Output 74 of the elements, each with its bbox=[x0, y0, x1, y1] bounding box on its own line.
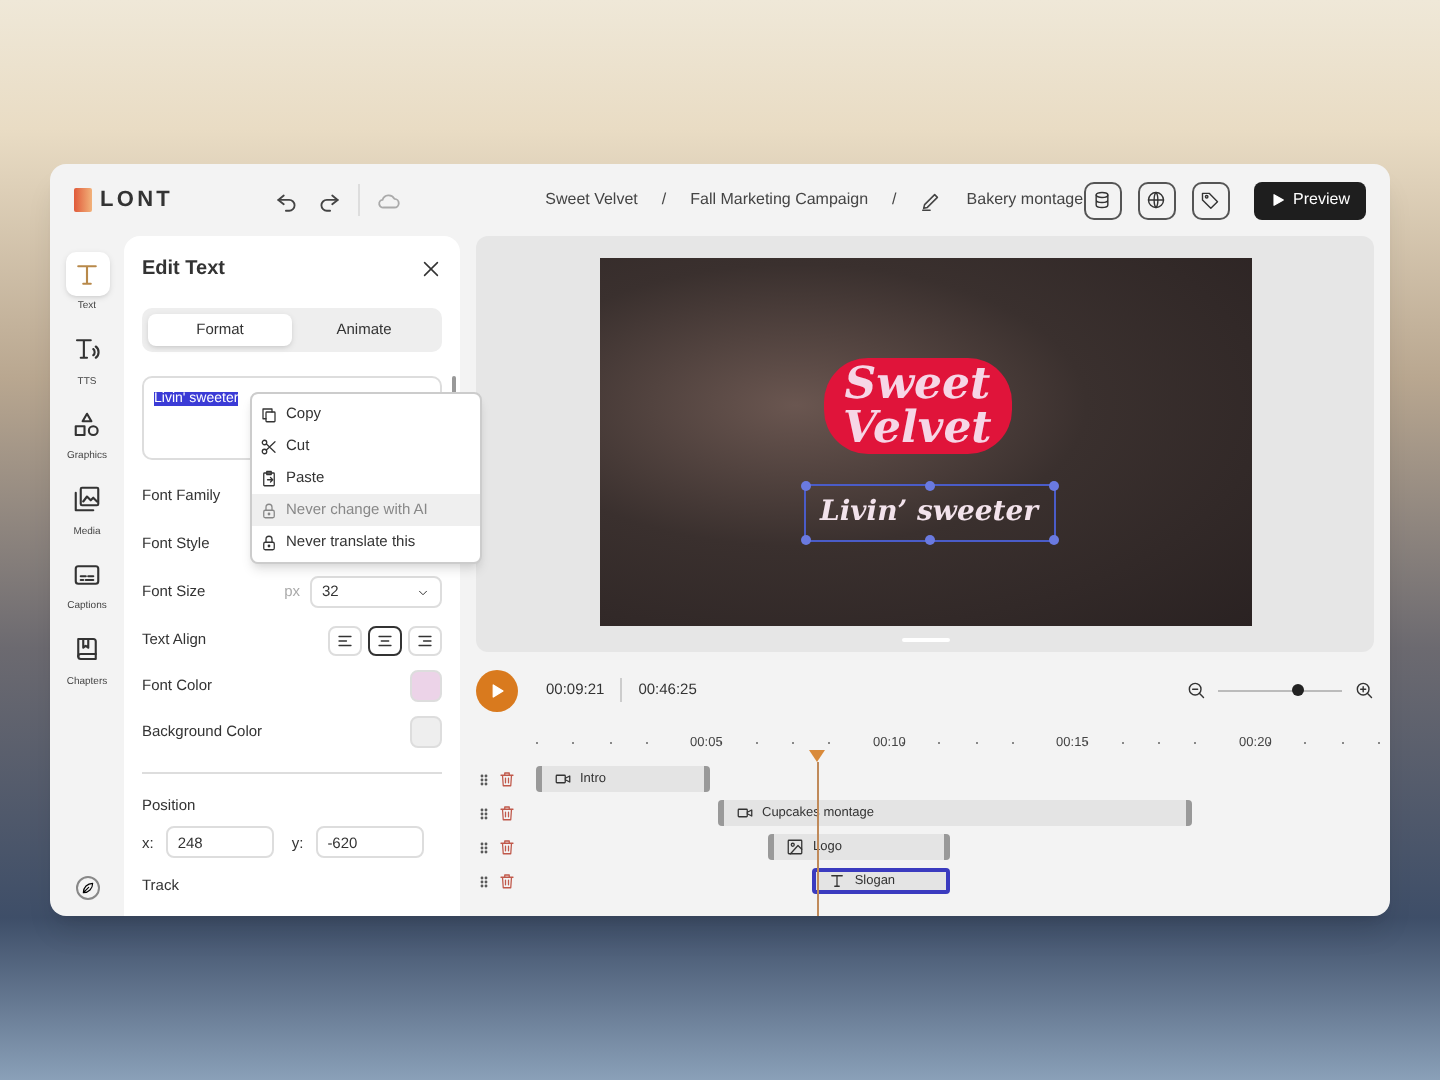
preview-button[interactable]: Preview bbox=[1253, 181, 1366, 219]
panel-title: Edit Text bbox=[142, 256, 225, 284]
play-icon bbox=[1269, 192, 1286, 208]
trash-icon bbox=[498, 770, 516, 788]
delete-button[interactable] bbox=[498, 838, 516, 856]
lock-icon bbox=[260, 533, 278, 551]
video-camera-icon bbox=[736, 804, 754, 822]
logo-text: LONT bbox=[100, 185, 174, 216]
resize-handle[interactable] bbox=[1048, 535, 1058, 545]
database-icon bbox=[1092, 190, 1113, 210]
delete-button[interactable] bbox=[498, 804, 516, 822]
drag-handle-icon bbox=[476, 805, 492, 821]
align-center-button[interactable] bbox=[368, 625, 402, 655]
logo-mark-icon bbox=[74, 188, 92, 212]
copy-icon bbox=[260, 405, 278, 423]
delete-button[interactable] bbox=[498, 872, 516, 890]
leaf-button[interactable] bbox=[75, 876, 99, 900]
play-icon bbox=[488, 681, 506, 699]
align-left-icon bbox=[336, 631, 354, 649]
text-speech-icon bbox=[72, 334, 102, 364]
text-icon bbox=[72, 259, 102, 289]
delete-button[interactable] bbox=[498, 770, 516, 788]
drag-handle-icon bbox=[476, 771, 492, 787]
resize-handle[interactable] bbox=[800, 481, 810, 491]
logo-text: Velvet bbox=[843, 406, 992, 450]
color-swatch[interactable] bbox=[410, 716, 442, 748]
trash-icon bbox=[498, 872, 516, 890]
globe-icon bbox=[1146, 190, 1167, 210]
leaf-icon bbox=[79, 880, 95, 896]
zoom-in-icon bbox=[1354, 680, 1374, 700]
captions-icon bbox=[72, 559, 102, 589]
drag-handle-icon bbox=[476, 839, 492, 855]
close-icon bbox=[420, 258, 442, 280]
resize-handle[interactable] bbox=[924, 535, 934, 545]
breadcrumb-link[interactable]: Sweet Velvet bbox=[545, 188, 638, 212]
align-center-icon bbox=[376, 631, 394, 649]
drag-handle-icon bbox=[476, 873, 492, 889]
resize-handle[interactable] bbox=[924, 481, 934, 491]
globe-button[interactable] bbox=[1137, 181, 1176, 219]
separator-text: / bbox=[661, 188, 667, 212]
database-button[interactable] bbox=[1083, 181, 1122, 219]
slider-thumb[interactable] bbox=[1292, 684, 1305, 696]
align-right-button[interactable] bbox=[408, 625, 442, 655]
logo-text: Sweet bbox=[844, 362, 991, 406]
text-icon bbox=[828, 872, 847, 890]
zoom-out-icon bbox=[1186, 680, 1206, 700]
lock-icon bbox=[260, 501, 278, 519]
book-icon bbox=[72, 634, 102, 664]
shapes-icon bbox=[72, 409, 102, 439]
close-button[interactable] bbox=[420, 258, 442, 280]
play-button[interactable] bbox=[476, 669, 518, 711]
tag-button[interactable] bbox=[1191, 181, 1230, 219]
tag-icon bbox=[1200, 190, 1221, 210]
zoom-out-button[interactable] bbox=[1186, 680, 1206, 700]
breadcrumb-link[interactable]: Fall Marketing Campaign bbox=[690, 188, 869, 212]
color-swatch[interactable] bbox=[410, 670, 442, 702]
paste-icon bbox=[260, 469, 278, 487]
image-icon bbox=[786, 838, 805, 856]
zoom-slider[interactable] bbox=[1218, 684, 1342, 696]
trash-icon bbox=[498, 838, 516, 856]
separator-text: / bbox=[892, 188, 897, 212]
trash-icon bbox=[498, 804, 516, 822]
resize-handle[interactable] bbox=[800, 535, 810, 545]
pencil-icon bbox=[920, 189, 943, 211]
video-camera-icon bbox=[554, 770, 572, 788]
project-title[interactable]: Bakery montage bbox=[966, 188, 1084, 212]
text-overlay[interactable]: Livin’ sweeter bbox=[803, 484, 1055, 542]
align-left-button[interactable] bbox=[328, 625, 362, 655]
scissors-icon bbox=[260, 437, 278, 455]
resize-handle[interactable] bbox=[1048, 481, 1058, 491]
chevron-down-icon bbox=[416, 585, 430, 599]
zoom-in-button[interactable] bbox=[1354, 680, 1374, 700]
align-right-icon bbox=[416, 631, 434, 649]
image-icon bbox=[72, 484, 102, 514]
